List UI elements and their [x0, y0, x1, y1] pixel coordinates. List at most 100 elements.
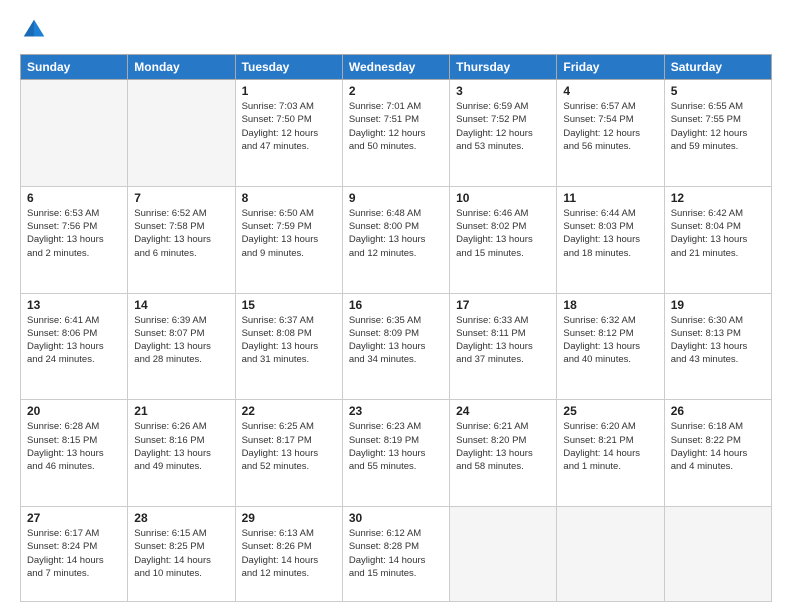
day-number: 17 [456, 298, 550, 312]
calendar-cell [450, 507, 557, 602]
day-number: 4 [563, 84, 657, 98]
day-number: 9 [349, 191, 443, 205]
day-number: 28 [134, 511, 228, 525]
calendar-cell: 26Sunrise: 6:18 AM Sunset: 8:22 PM Dayli… [664, 400, 771, 507]
page: SundayMondayTuesdayWednesdayThursdayFrid… [0, 0, 792, 612]
calendar-cell: 22Sunrise: 6:25 AM Sunset: 8:17 PM Dayli… [235, 400, 342, 507]
day-number: 18 [563, 298, 657, 312]
calendar-cell: 21 Sunrise: 6:26 AM Sunset: 8:16 PM Dayli… [128, 400, 235, 507]
calendar-day-header: Wednesday [342, 55, 449, 80]
day-number: 15 [242, 298, 336, 312]
calendar-cell: 23Sunrise: 6:23 AM Sunset: 8:19 PM Dayli… [342, 400, 449, 507]
day-number: 21 [134, 404, 228, 418]
calendar-cell: 29 Sunrise: 6:13 AM Sunset: 8:26 PM Dayli… [235, 507, 342, 602]
day-number: 26 [671, 404, 765, 418]
day-number: 11 [563, 191, 657, 205]
calendar-cell: 30 Sunrise: 6:12 AM Sunset: 8:28 PM Dayli… [342, 507, 449, 602]
day-number: 23 [349, 404, 443, 418]
day-info: Sunrise: 6:53 AM Sunset: 7:56 PM Dayligh… [27, 207, 121, 260]
day-number: 1 [242, 84, 336, 98]
day-info: Sunrise: 6:13 AM Sunset: 8:26 PM Dayligh… [242, 527, 336, 580]
day-info: Sunrise: 6:33 AM Sunset: 8:11 PM Dayligh… [456, 314, 550, 367]
day-info: Sunrise: 6:59 AM Sunset: 7:52 PM Dayligh… [456, 100, 550, 153]
day-info: Sunrise: 6:28 AM Sunset: 8:15 PM Dayligh… [27, 420, 121, 473]
day-number: 10 [456, 191, 550, 205]
day-info: Sunrise: 6:25 AM Sunset: 8:17 PM Dayligh… [242, 420, 336, 473]
day-number: 30 [349, 511, 443, 525]
day-number: 16 [349, 298, 443, 312]
calendar-cell: 12Sunrise: 6:42 AM Sunset: 8:04 PM Dayli… [664, 186, 771, 293]
calendar-week-row: 1 Sunrise: 7:03 AM Sunset: 7:50 PM Daylig… [21, 80, 772, 187]
calendar-cell: 3Sunrise: 6:59 AM Sunset: 7:52 PM Daylig… [450, 80, 557, 187]
day-info: Sunrise: 6:41 AM Sunset: 8:06 PM Dayligh… [27, 314, 121, 367]
logo-icon [20, 16, 48, 44]
calendar-day-header: Thursday [450, 55, 557, 80]
day-info: Sunrise: 6:46 AM Sunset: 8:02 PM Dayligh… [456, 207, 550, 260]
calendar-cell: 20 Sunrise: 6:28 AM Sunset: 8:15 PM Dayli… [21, 400, 128, 507]
calendar-cell: 24Sunrise: 6:21 AM Sunset: 8:20 PM Dayli… [450, 400, 557, 507]
day-number: 12 [671, 191, 765, 205]
calendar-day-header: Friday [557, 55, 664, 80]
day-info: Sunrise: 6:12 AM Sunset: 8:28 PM Dayligh… [349, 527, 443, 580]
calendar-cell: 10 Sunrise: 6:46 AM Sunset: 8:02 PM Dayli… [450, 186, 557, 293]
day-info: Sunrise: 6:37 AM Sunset: 8:08 PM Dayligh… [242, 314, 336, 367]
calendar-cell [557, 507, 664, 602]
calendar-day-header: Monday [128, 55, 235, 80]
calendar-cell: 9 Sunrise: 6:48 AM Sunset: 8:00 PM Daylig… [342, 186, 449, 293]
calendar-cell: 1 Sunrise: 7:03 AM Sunset: 7:50 PM Daylig… [235, 80, 342, 187]
calendar-cell: 4 Sunrise: 6:57 AM Sunset: 7:54 PM Daylig… [557, 80, 664, 187]
calendar-cell: 27Sunrise: 6:17 AM Sunset: 8:24 PM Dayli… [21, 507, 128, 602]
day-info: Sunrise: 6:15 AM Sunset: 8:25 PM Dayligh… [134, 527, 228, 580]
day-info: Sunrise: 6:26 AM Sunset: 8:16 PM Dayligh… [134, 420, 228, 473]
calendar-cell: 25 Sunrise: 6:20 AM Sunset: 8:21 PM Dayli… [557, 400, 664, 507]
day-number: 5 [671, 84, 765, 98]
calendar-cell: 5Sunrise: 6:55 AM Sunset: 7:55 PM Daylig… [664, 80, 771, 187]
calendar-cell: 16 Sunrise: 6:35 AM Sunset: 8:09 PM Dayli… [342, 293, 449, 400]
calendar-cell: 19Sunrise: 6:30 AM Sunset: 8:13 PM Dayli… [664, 293, 771, 400]
calendar-cell: 15 Sunrise: 6:37 AM Sunset: 8:08 PM Dayli… [235, 293, 342, 400]
calendar-week-row: 6 Sunrise: 6:53 AM Sunset: 7:56 PM Daylig… [21, 186, 772, 293]
day-info: Sunrise: 6:17 AM Sunset: 8:24 PM Dayligh… [27, 527, 121, 580]
calendar-cell: 7Sunrise: 6:52 AM Sunset: 7:58 PM Daylig… [128, 186, 235, 293]
calendar-cell [664, 507, 771, 602]
header [20, 16, 772, 44]
calendar-day-header: Saturday [664, 55, 771, 80]
day-info: Sunrise: 6:44 AM Sunset: 8:03 PM Dayligh… [563, 207, 657, 260]
day-info: Sunrise: 6:57 AM Sunset: 7:54 PM Dayligh… [563, 100, 657, 153]
day-info: Sunrise: 7:01 AM Sunset: 7:51 PM Dayligh… [349, 100, 443, 153]
day-number: 29 [242, 511, 336, 525]
day-number: 6 [27, 191, 121, 205]
day-number: 8 [242, 191, 336, 205]
day-info: Sunrise: 6:35 AM Sunset: 8:09 PM Dayligh… [349, 314, 443, 367]
calendar-cell: 17 Sunrise: 6:33 AM Sunset: 8:11 PM Dayli… [450, 293, 557, 400]
calendar-week-row: 13 Sunrise: 6:41 AM Sunset: 8:06 PM Dayli… [21, 293, 772, 400]
logo [20, 16, 52, 44]
day-number: 13 [27, 298, 121, 312]
day-info: Sunrise: 6:48 AM Sunset: 8:00 PM Dayligh… [349, 207, 443, 260]
calendar-week-row: 20 Sunrise: 6:28 AM Sunset: 8:15 PM Dayli… [21, 400, 772, 507]
day-number: 20 [27, 404, 121, 418]
day-number: 2 [349, 84, 443, 98]
calendar: SundayMondayTuesdayWednesdayThursdayFrid… [20, 54, 772, 602]
day-info: Sunrise: 7:03 AM Sunset: 7:50 PM Dayligh… [242, 100, 336, 153]
calendar-header-row: SundayMondayTuesdayWednesdayThursdayFrid… [21, 55, 772, 80]
day-info: Sunrise: 6:32 AM Sunset: 8:12 PM Dayligh… [563, 314, 657, 367]
day-number: 7 [134, 191, 228, 205]
calendar-day-header: Tuesday [235, 55, 342, 80]
calendar-cell: 8 Sunrise: 6:50 AM Sunset: 7:59 PM Daylig… [235, 186, 342, 293]
day-number: 25 [563, 404, 657, 418]
day-info: Sunrise: 6:50 AM Sunset: 7:59 PM Dayligh… [242, 207, 336, 260]
calendar-cell: 13 Sunrise: 6:41 AM Sunset: 8:06 PM Dayli… [21, 293, 128, 400]
day-info: Sunrise: 6:30 AM Sunset: 8:13 PM Dayligh… [671, 314, 765, 367]
day-number: 14 [134, 298, 228, 312]
calendar-cell: 28 Sunrise: 6:15 AM Sunset: 8:25 PM Dayli… [128, 507, 235, 602]
day-info: Sunrise: 6:39 AM Sunset: 8:07 PM Dayligh… [134, 314, 228, 367]
day-info: Sunrise: 6:21 AM Sunset: 8:20 PM Dayligh… [456, 420, 550, 473]
day-info: Sunrise: 6:20 AM Sunset: 8:21 PM Dayligh… [563, 420, 657, 473]
calendar-cell [21, 80, 128, 187]
calendar-week-row: 27Sunrise: 6:17 AM Sunset: 8:24 PM Dayli… [21, 507, 772, 602]
calendar-cell: 11 Sunrise: 6:44 AM Sunset: 8:03 PM Dayli… [557, 186, 664, 293]
calendar-cell: 2 Sunrise: 7:01 AM Sunset: 7:51 PM Daylig… [342, 80, 449, 187]
calendar-day-header: Sunday [21, 55, 128, 80]
calendar-cell: 6 Sunrise: 6:53 AM Sunset: 7:56 PM Daylig… [21, 186, 128, 293]
